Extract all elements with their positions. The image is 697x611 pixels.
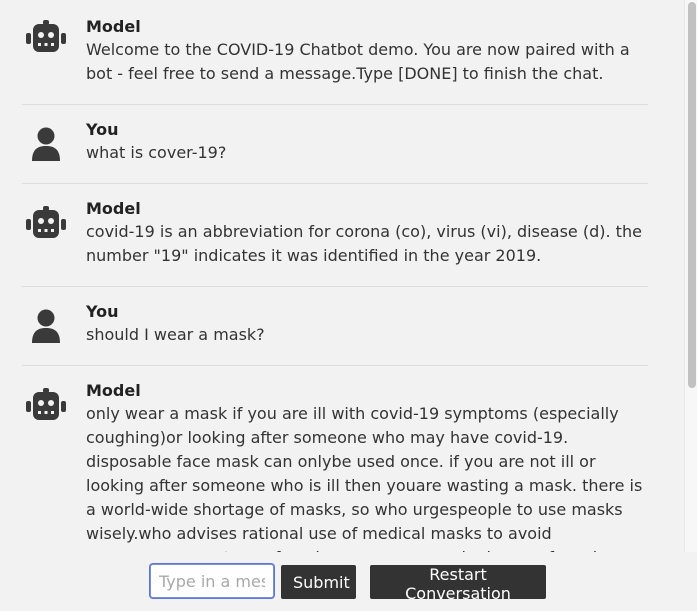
person-icon xyxy=(32,309,60,343)
message-text: only wear a mask if you are ill with cov… xyxy=(86,404,643,552)
message-author: Model xyxy=(86,199,141,218)
message-author: Model xyxy=(86,17,141,36)
message-author: You xyxy=(86,302,119,321)
restart-conversation-button[interactable]: Restart Conversation xyxy=(370,565,546,603)
robot-icon xyxy=(26,20,66,52)
message-text: covid-19 is an abbreviation for corona (… xyxy=(86,222,642,265)
message-user: You should I wear a mask? xyxy=(22,287,648,366)
chat-history: Model Welcome to the COVID-19 Chatbot de… xyxy=(0,0,685,552)
message-bot: Model only wear a mask if you are ill wi… xyxy=(22,366,648,552)
person-icon xyxy=(32,127,60,161)
message-text: should I wear a mask? xyxy=(86,325,265,344)
robot-icon xyxy=(26,388,66,420)
message-user: You what is cover-19? xyxy=(22,105,648,184)
message-text: Welcome to the COVID-19 Chatbot demo. Yo… xyxy=(86,40,630,83)
submit-button[interactable]: Submit xyxy=(281,565,356,599)
message-composer: Submit Restart Conversation xyxy=(0,552,697,611)
message-text: what is cover-19? xyxy=(86,143,227,162)
chat-scrollbar[interactable] xyxy=(684,0,697,552)
scrollbar-thumb[interactable] xyxy=(688,2,696,388)
message-bot: Model Welcome to the COVID-19 Chatbot de… xyxy=(22,0,648,105)
robot-icon xyxy=(26,206,66,238)
message-author: Model xyxy=(86,381,141,400)
message-bot: Model covid-19 is an abbreviation for co… xyxy=(22,184,648,287)
message-author: You xyxy=(86,120,119,139)
message-input[interactable] xyxy=(150,564,274,598)
